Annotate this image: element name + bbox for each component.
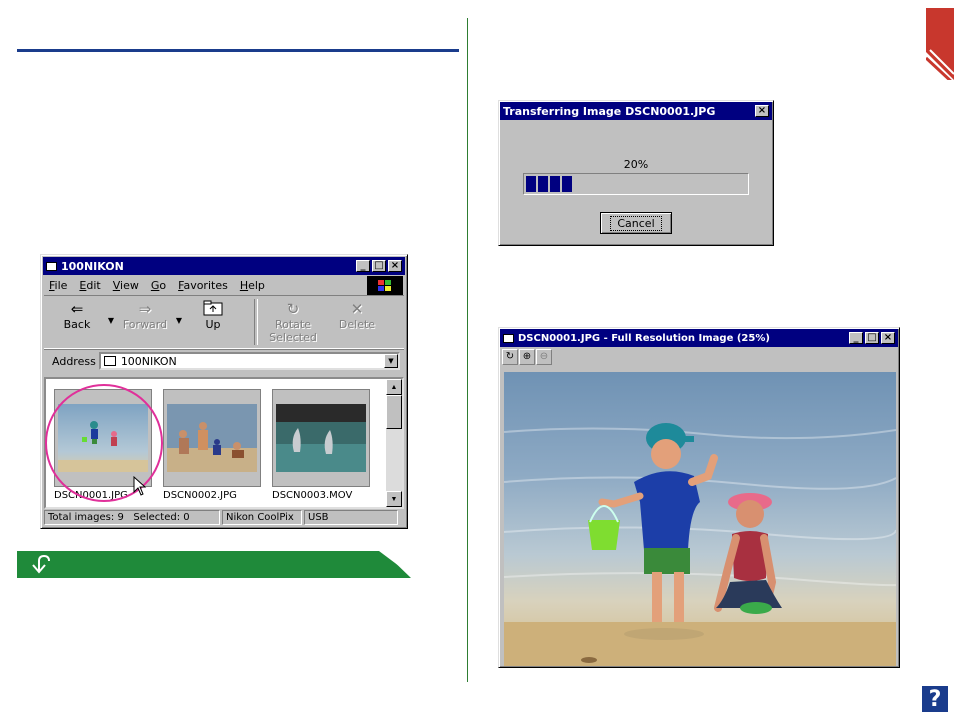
rotate-icon[interactable]: ↻ (502, 348, 518, 365)
rotate-icon: ↻ (286, 300, 300, 318)
progress-block (562, 176, 572, 192)
menu-file[interactable]: File (49, 279, 67, 292)
menu-go[interactable]: Go (151, 279, 166, 292)
back-dropdown[interactable]: ▼ (104, 296, 118, 325)
file-name: DSCN0002.JPG (163, 490, 237, 501)
delete-x-icon: ✕ (350, 300, 364, 318)
progress-block (538, 176, 548, 192)
menu-view[interactable]: View (113, 279, 139, 292)
transfer-titlebar: Transferring Image DSCN0001.JPG × (500, 102, 772, 120)
address-label: Address (52, 354, 96, 368)
minimize-button[interactable]: _ (849, 332, 863, 344)
progress-percent: 20% (623, 158, 649, 171)
vertical-scrollbar[interactable]: ▲ ▼ (386, 379, 402, 507)
tip-banner (17, 551, 415, 578)
zoom-in-icon[interactable]: ⊕ (519, 348, 535, 365)
scroll-down-button[interactable]: ▼ (386, 491, 402, 507)
close-button[interactable]: × (755, 105, 769, 117)
beach-kids-thumb-image (58, 404, 148, 472)
delete-button[interactable]: ✕ Delete (330, 296, 384, 331)
back-button[interactable]: ⇐ Back (50, 296, 104, 331)
section-rule (17, 49, 459, 52)
folder-small-icon (103, 356, 116, 366)
viewer-title: DSCN0001.JPG - Full Resolution Image (25… (518, 332, 770, 344)
column-divider (467, 18, 468, 682)
help-button[interactable]: ? (922, 686, 948, 712)
forward-button[interactable]: ⇒ Forward (118, 296, 172, 331)
progress-bar (523, 173, 749, 195)
status-device: Nikon CoolPix (222, 510, 302, 525)
zoom-out-icon[interactable]: ⊖ (536, 348, 552, 365)
cancel-button[interactable]: Cancel (600, 212, 672, 234)
scroll-up-button[interactable]: ▲ (386, 379, 402, 395)
maximize-button[interactable]: □ (372, 260, 386, 272)
menu-favorites[interactable]: Favorites (178, 279, 228, 292)
up-folder-icon (186, 300, 240, 318)
toolbar: ⇐ Back ▼ ⇒ Forward ▼ Up ↻ Rotate Selecte… (44, 295, 404, 349)
file-thumb-3[interactable]: DSCN0003.MOV (272, 389, 370, 501)
dolphins-thumb-image (276, 404, 366, 472)
close-button[interactable]: × (881, 332, 895, 344)
file-name: DSCN0001.JPG (54, 490, 128, 501)
status-port: USB (304, 510, 398, 525)
maximize-button[interactable]: □ (865, 332, 879, 344)
status-bar: Total images: 9 Selected: 0 Nikon CoolPi… (44, 510, 406, 526)
transfer-dialog: Transferring Image DSCN0001.JPG × 20% Ca… (498, 100, 774, 246)
beach-photo (504, 372, 896, 666)
windows-logo-icon (367, 276, 403, 295)
image-icon (503, 333, 514, 343)
rotate-selected-button[interactable]: ↻ Rotate Selected (262, 296, 324, 344)
status-counts: Total images: 9 Selected: 0 (44, 510, 220, 525)
toolbar-separator (254, 299, 258, 345)
minimize-button[interactable]: _ (356, 260, 370, 272)
progress-fill (526, 176, 572, 192)
close-button[interactable]: × (388, 260, 402, 272)
address-bar: Address 100NIKON ▼ (44, 349, 404, 372)
scroll-thumb[interactable] (386, 395, 402, 429)
menu-bar: File Edit View Go Favorites Help (41, 275, 407, 295)
file-name: DSCN0003.MOV (272, 490, 353, 501)
folder-icon (46, 261, 57, 271)
progress-block (526, 176, 536, 192)
explorer-titlebar: 100NIKON _ □ × (43, 257, 405, 275)
image-viewer-window: DSCN0001.JPG - Full Resolution Image (25… (498, 327, 900, 668)
address-dropdown[interactable]: ▼ (384, 354, 398, 368)
back-arrow-icon: ⇐ (70, 300, 84, 318)
transfer-title: Transferring Image DSCN0001.JPG (503, 104, 716, 118)
file-view: DSCN0001.JPG DSCN0002.JPG DSCN0003.MOV ▲… (44, 377, 404, 509)
corner-tab-icon (926, 8, 954, 80)
viewer-toolbar: ↻ ⊕ ⊖ (499, 347, 899, 366)
menu-edit[interactable]: Edit (79, 279, 100, 292)
up-button[interactable]: Up (186, 296, 240, 331)
viewer-titlebar: DSCN0001.JPG - Full Resolution Image (25… (500, 329, 898, 347)
file-thumb-2[interactable]: DSCN0002.JPG (163, 389, 261, 501)
progress-block (550, 176, 560, 192)
file-thumb-1[interactable]: DSCN0001.JPG (54, 389, 152, 501)
address-value: 100NIKON (120, 354, 177, 368)
explorer-title: 100NIKON (61, 259, 124, 273)
family-beach-thumb-image (167, 404, 257, 472)
forward-arrow-icon: ⇒ (138, 300, 152, 318)
forward-dropdown[interactable]: ▼ (172, 296, 186, 325)
address-input[interactable]: 100NIKON ▼ (98, 352, 400, 370)
explorer-window: 100NIKON _ □ × File Edit View Go Favorit… (40, 254, 408, 529)
menu-help[interactable]: Help (240, 279, 265, 292)
